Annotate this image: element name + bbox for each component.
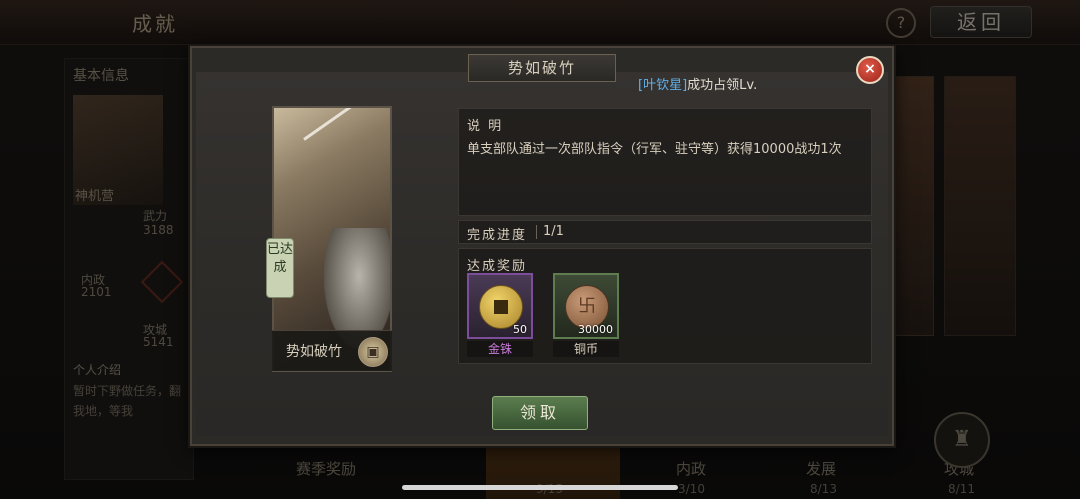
reward-frame: 卐 30000: [553, 273, 619, 339]
chest-icon[interactable]: ▣: [358, 337, 388, 367]
card-footer: 势如破竹 ▣: [272, 330, 392, 371]
progress-label: 完成进度: [467, 228, 528, 243]
notice-text: 成功占领Lv.: [687, 78, 758, 93]
completed-badge: 已达成: [266, 238, 294, 298]
rewards-title: 达成奖励: [467, 259, 528, 274]
progress-value: 1/1: [543, 224, 564, 239]
reward-quantity: 30000: [578, 323, 613, 336]
description-section: 说 明 单支部队通过一次部队指令（行军、驻守等）获得10000战功1次: [458, 108, 872, 216]
progress-divider: [536, 225, 537, 239]
card-name: 势如破竹: [286, 344, 342, 360]
reward-quantity: 50: [513, 323, 527, 336]
dialog-title: 势如破竹: [468, 54, 616, 82]
card-art-blade: [303, 108, 390, 141]
achievement-dialog: 势如破竹 × [叶钦星]成功占领Lv. 已达成 势如破竹 ▣ 说 明 单支部队通…: [190, 46, 894, 446]
close-button[interactable]: ×: [856, 56, 884, 84]
home-indicator: [402, 485, 678, 490]
claim-button[interactable]: 领取: [492, 396, 588, 430]
description-title: 说 明: [467, 119, 504, 134]
reward-frame: 50: [467, 273, 533, 339]
reward-name: 铜币: [553, 341, 619, 357]
reward-name: 金铢: [467, 341, 533, 357]
progress-section: 完成进度 1/1: [458, 220, 872, 244]
broadcast-notice: [叶钦星]成功占领Lv.: [638, 74, 757, 93]
notice-player[interactable]: [叶钦星]: [638, 78, 687, 93]
description-text: 单支部队通过一次部队指令（行军、驻守等）获得10000战功1次: [467, 142, 842, 157]
rewards-section: 达成奖励 50 金铢 卐 30000 铜币: [458, 248, 872, 364]
